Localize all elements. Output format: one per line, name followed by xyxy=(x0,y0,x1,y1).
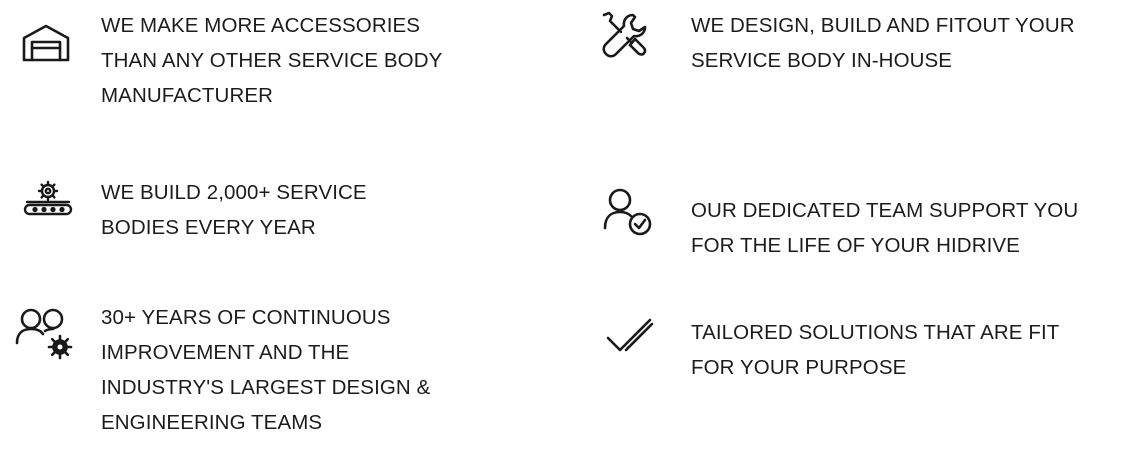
tools-wrench-screwdriver-icon xyxy=(600,11,648,61)
team-gear-icon xyxy=(15,307,77,361)
warehouse-icon xyxy=(22,24,70,62)
feature-build-volume-text: WE BUILD 2,000+ SERVICE BODIES EVERY YEA… xyxy=(101,181,367,239)
feature-tailored-text: TAILORED SOLUTIONS THAT ARE FIT FOR YOUR… xyxy=(691,321,1060,379)
feature-in-house-text: WE DESIGN, BUILD AND FITOUT YOUR SERVICE… xyxy=(691,14,1075,72)
feature-accessories-text: WE MAKE MORE ACCESSORIES THAN ANY OTHER … xyxy=(101,14,443,107)
double-check-icon xyxy=(606,318,654,354)
feature-support-text: OUR DEDICATED TEAM SUPPORT YOU FOR THE L… xyxy=(691,199,1079,257)
gear-conveyor-icon xyxy=(23,180,73,216)
feature-experience-text: 30+ YEARS OF CONTINUOUS IMPROVEMENT AND … xyxy=(101,306,431,434)
user-check-icon xyxy=(603,188,653,236)
